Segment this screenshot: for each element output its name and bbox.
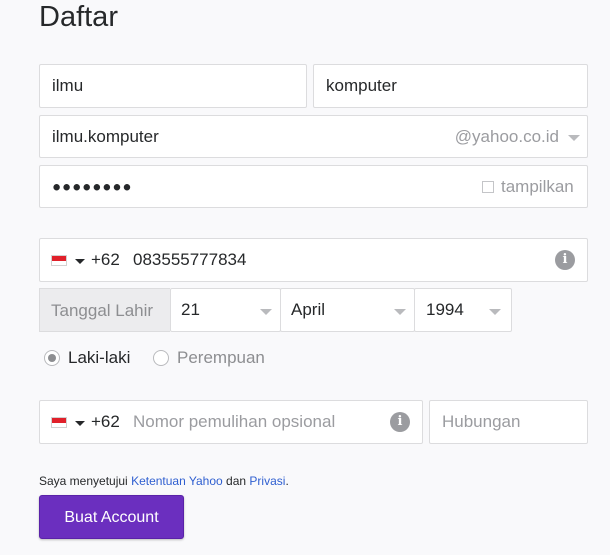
country-chevron-icon[interactable] xyxy=(75,259,85,264)
info-icon[interactable]: i xyxy=(555,250,575,270)
phone-field[interactable]: +62 083555777834 i xyxy=(39,238,588,282)
chevron-down-icon[interactable] xyxy=(568,135,580,141)
terms-text: Saya menyetujui Ketentuan Yahoo dan Priv… xyxy=(39,474,289,488)
birth-month-value: April xyxy=(291,300,326,319)
last-name-value: komputer xyxy=(326,76,397,95)
phone-number-value: 083555777834 xyxy=(133,250,247,269)
relation-placeholder: Hubungan xyxy=(442,412,521,431)
create-account-button[interactable]: Buat Account xyxy=(39,495,184,539)
first-name-field[interactable]: ilmu xyxy=(39,64,307,108)
recovery-phone-placeholder: Nomor pemulihan opsional xyxy=(133,412,336,431)
show-password-checkbox[interactable] xyxy=(482,181,494,193)
indonesia-flag-icon[interactable] xyxy=(51,255,67,266)
gender-male-label[interactable]: Laki-laki xyxy=(68,348,130,368)
username-value: ilmu.komputer xyxy=(52,126,159,146)
gender-female-radio[interactable] xyxy=(153,350,169,366)
birthdate-label: Tanggal Lahir xyxy=(39,288,170,332)
phone-country-code: +62 xyxy=(91,250,120,269)
chevron-down-icon xyxy=(260,309,272,315)
birth-month-select[interactable]: April xyxy=(280,288,415,332)
terms-prefix: Saya menyetujui xyxy=(39,474,128,488)
first-name-value: ilmu xyxy=(52,76,84,95)
terms-suffix: . xyxy=(285,474,289,488)
birth-day-select[interactable]: 21 xyxy=(170,288,281,332)
indonesia-flag-icon[interactable] xyxy=(51,417,67,428)
page-title: Daftar xyxy=(39,1,118,33)
password-value: ●●●●●●●● xyxy=(52,178,133,195)
recovery-phone-field[interactable]: +62 Nomor pemulihan opsional i xyxy=(39,400,423,444)
recovery-country-code: +62 xyxy=(91,412,120,431)
last-name-field[interactable]: komputer xyxy=(313,64,588,108)
password-field[interactable]: ●●●●●●●● tampilkan xyxy=(39,165,588,208)
create-account-label: Buat Account xyxy=(64,509,159,526)
birth-year-value: 1994 xyxy=(426,300,464,319)
domain-select[interactable]: @yahoo.co.id xyxy=(455,127,559,147)
username-field[interactable]: ilmu.komputer @yahoo.co.id xyxy=(39,115,588,158)
birth-year-select[interactable]: 1994 xyxy=(414,288,512,332)
chevron-down-icon xyxy=(489,309,501,315)
gender-male-radio[interactable] xyxy=(44,350,60,366)
info-icon[interactable]: i xyxy=(390,412,410,432)
terms-and: dan xyxy=(226,474,247,488)
country-chevron-icon[interactable] xyxy=(75,421,85,426)
chevron-down-icon xyxy=(394,309,406,315)
privacy-link[interactable]: Privasi xyxy=(249,474,285,488)
terms-link[interactable]: Ketentuan Yahoo xyxy=(131,474,223,488)
gender-female-label[interactable]: Perempuan xyxy=(177,348,265,368)
relation-field[interactable]: Hubungan xyxy=(429,400,588,444)
birth-day-value: 21 xyxy=(181,300,200,319)
show-password-label: tampilkan xyxy=(501,176,574,196)
